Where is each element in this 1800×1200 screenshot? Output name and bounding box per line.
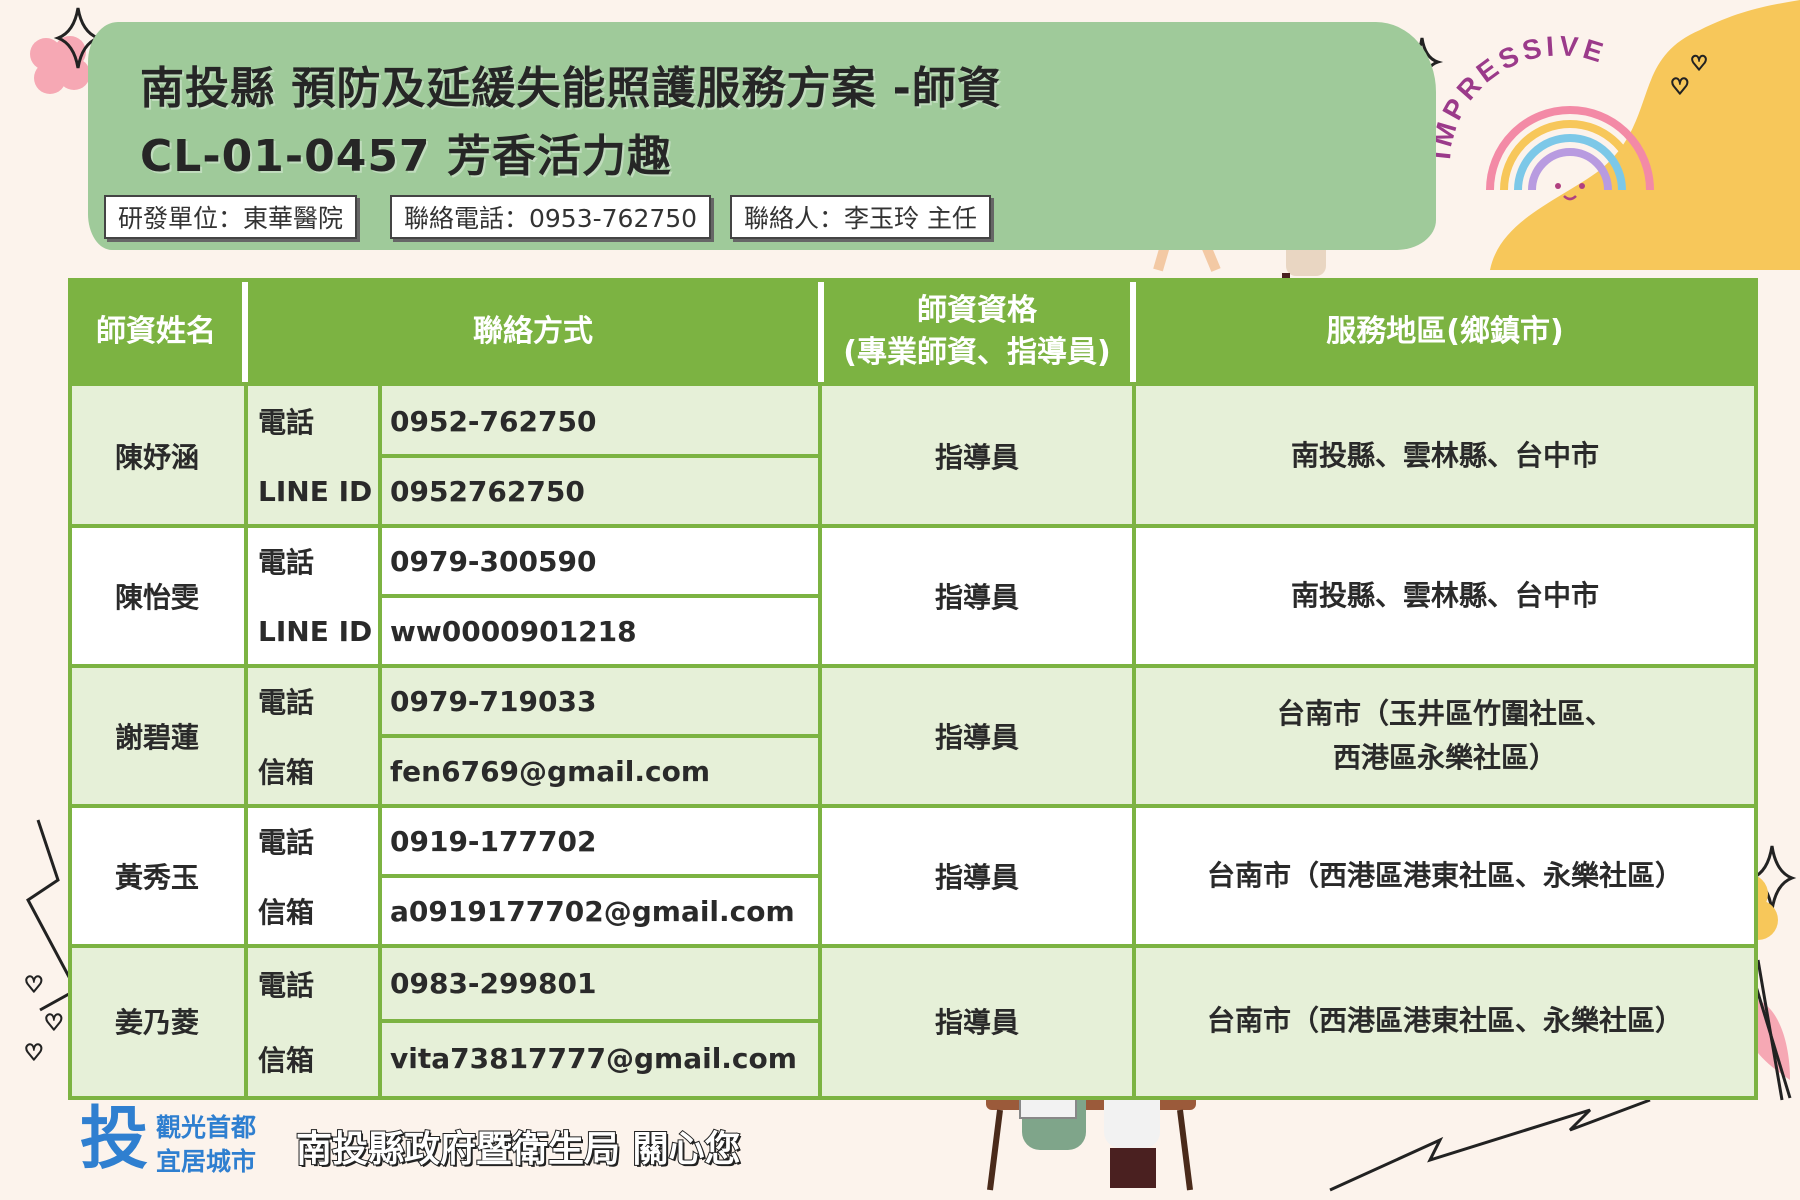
- service-area: 台南市（西港區港東社區、永樂社區）: [1136, 946, 1754, 1096]
- service-area-line: 南投縣、雲林縣、台中市: [1290, 439, 1599, 472]
- qualification: 指導員: [934, 441, 1019, 474]
- zigzag-decor: [1329, 1098, 1651, 1192]
- header-area: 服務地區(鄉鎮市): [1326, 314, 1564, 349]
- service-area: 台南市（玉井區竹圍社區、 西港區永樂社區）: [1136, 666, 1754, 806]
- contact-value: 0979-719033: [390, 684, 597, 718]
- grid-line: [72, 664, 1754, 668]
- contact-label: 信箱: [258, 896, 315, 929]
- logo-slogan-line1: 觀光首都: [156, 1113, 257, 1142]
- grid-line: [72, 804, 1754, 808]
- header-name: 師資姓名: [96, 314, 216, 349]
- contact-value: fen6769@gmail.com: [390, 754, 710, 788]
- heart-icon: ♡: [24, 1041, 44, 1066]
- service-area-line: 台南市（西港區港東社區、永樂社區）: [1206, 1004, 1683, 1037]
- contact-label: 信箱: [258, 1043, 315, 1077]
- dev-unit-box: 研發單位：東華醫院: [104, 195, 358, 239]
- instructor-name: 陳妤涵: [114, 441, 199, 474]
- contact-value: ww0000901218: [390, 614, 637, 648]
- logo-slogan-line2: 宜居城市: [156, 1147, 257, 1176]
- heart-icon: ♡: [1670, 75, 1690, 100]
- instructor-name: 黃秀玉: [114, 861, 199, 894]
- contact-label: 信箱: [258, 756, 315, 789]
- service-area-line: 台南市（玉井區竹圍社區、: [1276, 697, 1613, 730]
- impressive-decor: IMPRESSIVE: [1430, 30, 1610, 161]
- contact-label: 電話: [258, 968, 315, 1002]
- impressive-text: IMPRESSIVE: [1430, 30, 1606, 161]
- contact-label: 電話: [258, 546, 315, 579]
- contact-box: 聯絡人：李玉玲 主任: [730, 195, 991, 239]
- contact-value: 0952-762750: [390, 404, 597, 438]
- contact-value: a0919177702@gmail.com: [390, 894, 795, 928]
- footer-message: 南投縣政府暨衛生局 關心您: [295, 1128, 742, 1171]
- grid-line: [72, 944, 1754, 948]
- instructor-name: 陳怡雯: [114, 581, 199, 614]
- grid-line: [378, 386, 382, 1098]
- grid-line: [378, 1019, 822, 1023]
- pink-flower-icon: [30, 36, 90, 94]
- grid-line: [378, 594, 822, 598]
- header-qualification-line2: (專業師資、指導員): [843, 335, 1111, 370]
- grid-line: [1132, 386, 1136, 1098]
- service-area-line: 西港區永樂社區）: [1332, 741, 1557, 774]
- contact-value: 0952762750: [390, 474, 585, 508]
- header-qualification-line1: 師資資格: [917, 293, 1037, 328]
- contact-label: LINE ID: [258, 614, 373, 648]
- heart-icon: ♡: [44, 1011, 64, 1036]
- svg-text:IMPRESSIVE: IMPRESSIVE: [1430, 30, 1610, 161]
- qualification: 指導員: [934, 861, 1019, 894]
- program-code-title: CL-01-0457 芳香活力趣: [140, 131, 672, 182]
- service-area-line: 台南市（西港區港東社區、永樂社區）: [1206, 859, 1683, 892]
- grid-line: [244, 386, 248, 1098]
- grid-line: [378, 454, 822, 458]
- grid-line: [818, 386, 822, 1098]
- grid-line: [378, 734, 822, 738]
- service-area: 南投縣、雲林縣、台中市: [1136, 386, 1754, 526]
- grid-line: [72, 524, 1754, 528]
- service-area-line: 南投縣、雲林縣、台中市: [1290, 579, 1599, 612]
- qualification: 指導員: [934, 581, 1019, 614]
- instructor-name: 謝碧蓮: [114, 721, 199, 754]
- contact-label: 電話: [258, 686, 315, 719]
- header-qualification: 師資資格 (專業師資、指導員): [824, 278, 1130, 386]
- phone-box: 聯絡電話：0953-762750: [390, 195, 712, 239]
- contact-label: 電話: [258, 406, 315, 439]
- service-area: 台南市（西港區港東社區、永樂社區）: [1136, 806, 1754, 946]
- contact-value: 0919-177702: [390, 824, 597, 858]
- county-logo-icon: 投: [80, 1100, 149, 1179]
- heart-icon: ♡: [1690, 51, 1708, 75]
- contact-label: LINE ID: [258, 474, 373, 508]
- qualification: 指導員: [934, 1006, 1019, 1039]
- heart-icon: ♡: [24, 973, 44, 998]
- contact-label: 電話: [258, 826, 315, 859]
- service-area: 南投縣、雲林縣、台中市: [1136, 526, 1754, 666]
- page-title: 南投縣 預防及延緩失能照護服務方案 -師資: [140, 63, 1002, 114]
- contact-value: 0983-299801: [390, 967, 597, 1000]
- contact-value: vita73817777@gmail.com: [390, 1042, 797, 1075]
- instructor-name: 姜乃菱: [114, 1006, 199, 1039]
- contact-value: 0979-300590: [390, 544, 597, 578]
- grid-line: [378, 874, 822, 878]
- qualification: 指導員: [934, 721, 1019, 754]
- header-contact: 聯絡方式: [473, 314, 593, 349]
